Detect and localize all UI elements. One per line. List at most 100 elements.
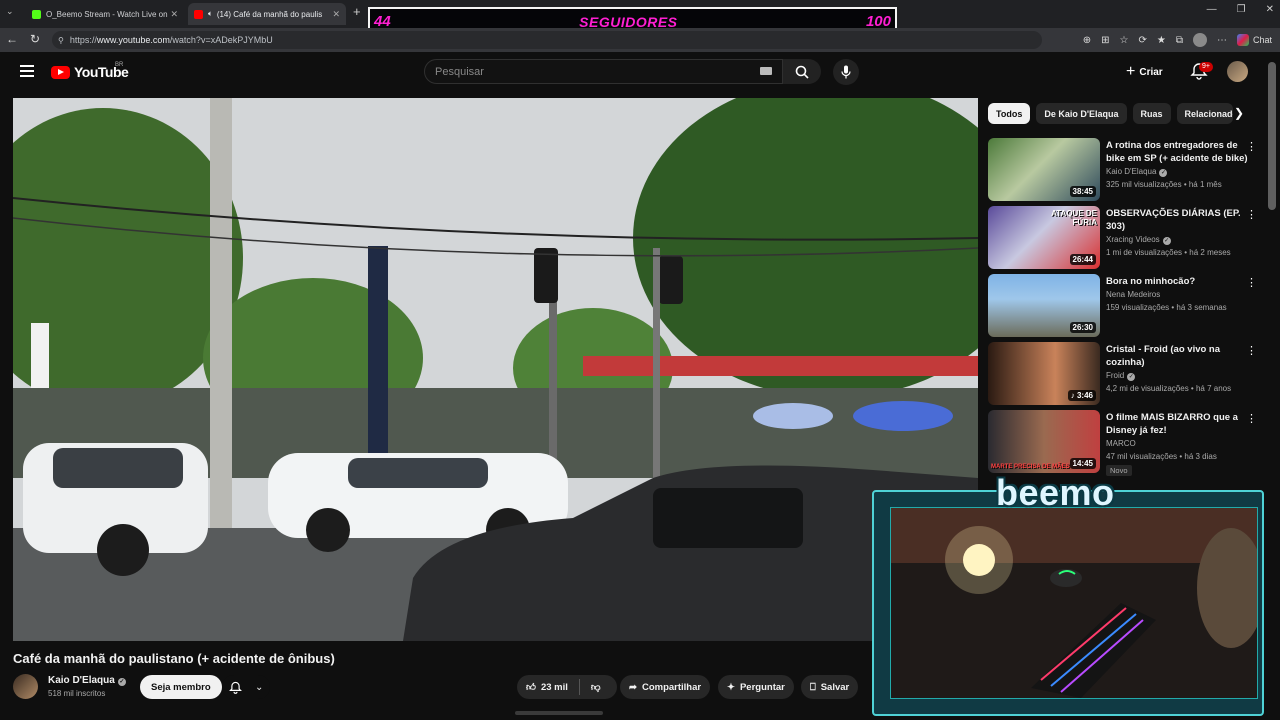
tab-title: O_Beemo Stream - Watch Live on — [46, 9, 168, 19]
kick-favicon-icon — [32, 9, 41, 19]
recommendation-channel[interactable]: Kaio D'Elaqua ✓ — [1106, 167, 1168, 177]
dislike-button[interactable]: 👎︎ — [591, 681, 601, 693]
verified-check-icon: ✓ — [117, 678, 126, 686]
recommendation-item[interactable]: 38:45 A rotina dos entregadores de bike … — [988, 138, 1263, 202]
back-arrow-icon[interactable]: ← — [6, 32, 18, 46]
recommendation-title[interactable]: O filme MAIS BIZARRO que a Disney já fez… — [1106, 411, 1248, 437]
new-tab-plus-icon[interactable]: + — [353, 4, 361, 19]
copilot-chat-button[interactable]: Chat — [1236, 34, 1272, 46]
account-avatar[interactable] — [1227, 61, 1248, 82]
voice-search-button[interactable] — [833, 59, 859, 85]
recommendation-item[interactable]: ♪ 3:46 Cristal - Froid (ao vivo na cozin… — [988, 342, 1263, 406]
chevron-down-icon: ⌄ — [254, 681, 264, 693]
share-button[interactable]: ➦ Compartilhar — [620, 675, 711, 699]
duration-badge: 26:30 — [1069, 322, 1096, 333]
more-actions-icon[interactable]: ⋮ — [1246, 412, 1257, 425]
video-thumbnail[interactable]: 38:45 — [988, 138, 1100, 201]
close-tab-icon[interactable]: ✕ — [332, 9, 340, 20]
thumbnail-caption: MARTE PRECISA DE MÃES — [991, 464, 1070, 470]
channel-name[interactable]: Kaio D'Elaqua ✓ — [48, 675, 126, 686]
thumbnail-caption: ATAQUE DE FÚRIA — [1051, 209, 1097, 227]
ask-button[interactable]: ✦ Perguntar — [718, 675, 794, 699]
recommendation-meta: 1 mi de visualizações • há 2 meses — [1106, 248, 1231, 257]
window-controls: — ❐ ✕ — [1207, 4, 1274, 15]
speaker-icon[interactable]: 🔈︎ — [208, 9, 213, 19]
recommendation-item[interactable]: 26:30 Bora no minhocão? Nena Medeiros 15… — [988, 274, 1263, 338]
microphone-icon — [841, 65, 851, 79]
page-scrollbar-thumb[interactable] — [1268, 62, 1276, 210]
video-thumbnail[interactable]: MARTE PRECISA DE MÃES 14:45 — [988, 410, 1100, 473]
share-label: Compartilhar — [641, 681, 702, 693]
more-options-icon[interactable]: ⋯ — [1217, 35, 1227, 46]
tab-list-chevron-icon[interactable]: ⌄ — [6, 6, 14, 17]
recommendation-meta: 325 mil visualizações • há 1 mês — [1106, 180, 1222, 189]
recommendation-channel[interactable]: MARCO — [1106, 439, 1136, 448]
recommendation-title[interactable]: Cristal - Froid (ao vivo na cozinha) — [1106, 343, 1248, 369]
reload-icon[interactable]: ↻ — [30, 32, 40, 46]
browser-tab-kick[interactable]: O_Beemo Stream - Watch Live on ✕ — [26, 3, 184, 25]
close-tab-icon[interactable]: ✕ — [170, 9, 178, 20]
extensions-icon[interactable]: ⟳ — [1138, 35, 1146, 46]
recommendation-channel[interactable]: Froid ✓ — [1106, 371, 1136, 381]
video-player[interactable] — [13, 98, 978, 641]
recommendation-title[interactable]: OBSERVAÇÕES DIÁRIAS (EP. 303) — [1106, 207, 1248, 233]
search-button[interactable] — [783, 59, 821, 84]
join-button[interactable]: Seja membro — [140, 675, 222, 699]
keyboard-icon[interactable] — [760, 67, 772, 75]
recommendation-meta: 4,2 mi de visualizações • há 7 anos — [1106, 384, 1232, 393]
youtube-favicon-icon — [194, 9, 203, 19]
bookmarks-icon[interactable]: ★ — [1157, 35, 1166, 46]
app-install-icon[interactable]: ⊞ — [1101, 35, 1109, 46]
more-actions-icon[interactable]: ⋮ — [1246, 276, 1257, 289]
like-button[interactable]: 👍︎ 23 mil — [526, 681, 568, 694]
chip-all[interactable]: Todos — [988, 103, 1031, 124]
tab-title: (14) Café da manhã do paulis — [216, 9, 323, 19]
recommendation-item[interactable]: MARTE PRECISA DE MÃES 14:45 O filme MAIS… — [988, 410, 1263, 476]
duration-badge: 26:44 — [1069, 254, 1096, 265]
recommendation-channel[interactable]: Xracing Videos ✓ — [1106, 235, 1171, 245]
minimize-icon[interactable]: — — [1207, 4, 1217, 15]
save-label: Salvar — [820, 681, 850, 693]
video-thumbnail[interactable]: 26:30 — [988, 274, 1100, 337]
browser-tab-youtube[interactable]: 🔈︎ (14) Café da manhã do paulis ✕ — [188, 3, 346, 25]
more-actions-icon[interactable]: ⋮ — [1246, 140, 1257, 153]
recommendation-title[interactable]: A rotina dos entregadores de bike em SP … — [1106, 139, 1248, 165]
create-button[interactable]: + Criar — [1126, 62, 1163, 82]
video-frame — [13, 98, 978, 641]
subscriber-count: 518 mil inscritos — [48, 689, 106, 698]
recommendation-channel[interactable]: Nena Medeiros — [1106, 290, 1160, 299]
navigation-buttons: ← ↻ — [6, 32, 40, 46]
recommendation-title[interactable]: Bora no minhocão? — [1106, 275, 1248, 288]
close-window-icon[interactable]: ✕ — [1266, 4, 1274, 15]
recommendation-item[interactable]: ATAQUE DE FÚRIA 26:44 OBSERVAÇÕES DIÁRIA… — [988, 206, 1263, 270]
video-thumbnail[interactable]: ♪ 3:46 — [988, 342, 1100, 405]
horizontal-scroll-indicator — [515, 711, 603, 715]
site-info-icon[interactable]: ⚲ — [58, 36, 64, 45]
maximize-icon[interactable]: ❐ — [1237, 4, 1246, 15]
notification-badge: 9+ — [1199, 62, 1213, 72]
channel-avatar[interactable] — [13, 674, 38, 699]
chip-streets[interactable]: Ruas — [1132, 103, 1171, 124]
chip-related[interactable]: Relacionados — [1176, 103, 1233, 124]
profile-avatar[interactable] — [1192, 33, 1207, 47]
streamer-name-label: beemo — [996, 472, 1115, 513]
sparkle-icon: ✦ — [727, 681, 735, 693]
verified-check-icon: ✓ — [1162, 237, 1171, 245]
url-field[interactable]: ⚲ https:// www.youtube.com /watch?v=xADe… — [52, 31, 1042, 49]
hamburger-menu-icon[interactable] — [20, 65, 34, 80]
youtube-play-icon — [51, 65, 70, 79]
search-input[interactable]: Pesquisar — [424, 59, 783, 84]
translate-icon[interactable]: ⊕ — [1083, 35, 1091, 46]
thumbs-down-icon: 👎︎ — [590, 682, 601, 693]
chip-from-channel[interactable]: De Kaio D'Elaqua — [1036, 103, 1127, 124]
save-button[interactable]: ⎕ Salvar — [801, 675, 859, 699]
video-thumbnail[interactable]: ATAQUE DE FÚRIA 26:44 — [988, 206, 1100, 269]
recommendation-meta: 159 visualizações • há 3 semanas — [1106, 303, 1227, 312]
subscription-bell-button[interactable]: ⌄ — [222, 675, 270, 699]
collections-icon[interactable]: ⧉ — [1176, 35, 1183, 46]
more-actions-icon[interactable]: ⋮ — [1246, 208, 1257, 221]
chevron-right-icon[interactable]: ❯ — [1234, 106, 1244, 120]
create-label: Criar — [1139, 66, 1163, 78]
favorite-star-icon[interactable]: ☆ — [1120, 35, 1129, 46]
more-actions-icon[interactable]: ⋮ — [1246, 344, 1257, 357]
